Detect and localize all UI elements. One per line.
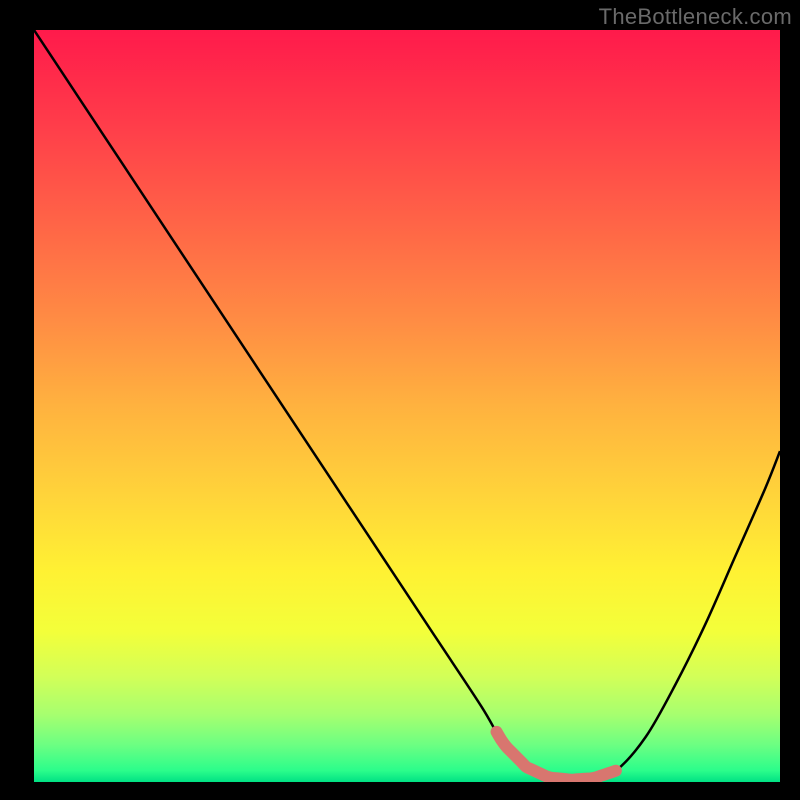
plot-background (34, 30, 780, 782)
chart-frame: TheBottleneck.com (0, 0, 800, 800)
bottleneck-chart (0, 0, 800, 800)
